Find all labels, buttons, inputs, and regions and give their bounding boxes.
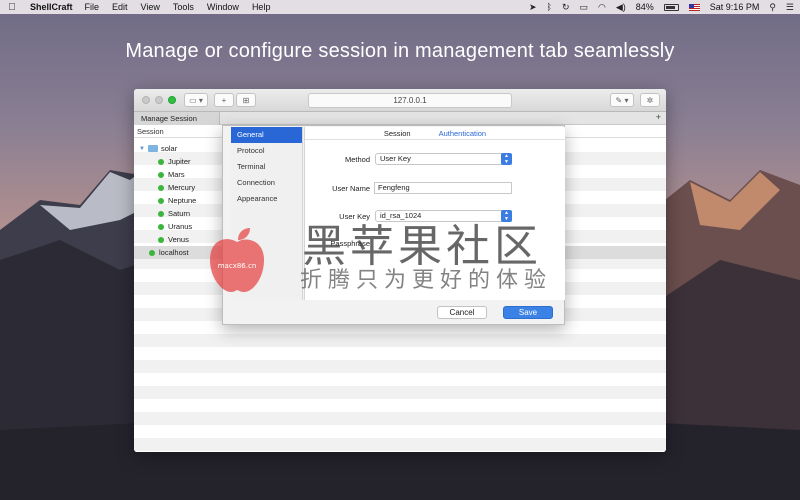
plus-icon: + — [221, 95, 227, 105]
battery-percent[interactable]: 84% — [636, 2, 654, 12]
spotlight-search-icon[interactable]: ⚲ — [769, 2, 776, 13]
method-value: User Key — [380, 154, 411, 163]
wifi-icon[interactable]: ◠ — [598, 2, 606, 13]
folder-icon — [147, 145, 158, 152]
tree-item-label: Mars — [168, 170, 185, 179]
menu-help[interactable]: Help — [252, 2, 271, 12]
menu-bar:  ShellCraft File Edit View Tools Window… — [0, 0, 800, 14]
online-status-icon — [158, 197, 164, 204]
tab-manage-session[interactable]: Manage Session — [134, 111, 220, 125]
zoom-window-button[interactable] — [168, 96, 176, 104]
tree-folder-label: solar — [160, 144, 178, 153]
tree-item-neptune[interactable]: Neptune — [158, 194, 196, 207]
tab-authentication[interactable]: Authentication — [439, 127, 487, 139]
username-field[interactable]: Fengfeng — [374, 182, 512, 194]
promo-headline: Manage or configure session in managemen… — [125, 40, 675, 62]
online-status-icon — [158, 236, 164, 243]
tree-item-jupiter[interactable]: Jupiter — [158, 155, 191, 168]
sessions-grid-button[interactable]: ⊞ — [236, 93, 256, 107]
tree-item-label: Uranus — [168, 222, 193, 231]
disclosure-triangle-icon[interactable]: ▼ — [139, 146, 145, 152]
apple-icon[interactable]:  — [6, 2, 18, 13]
tree-item-label: Venus — [168, 235, 189, 244]
minimize-window-button[interactable] — [155, 96, 163, 104]
tree-item-mars[interactable]: Mars — [158, 168, 185, 181]
settings-button[interactable]: ✲ — [640, 93, 660, 107]
tree-item-saturn[interactable]: Saturn — [158, 207, 190, 220]
sidebar-item-connection[interactable]: Connection — [231, 175, 302, 191]
menu-view[interactable]: View — [141, 2, 160, 12]
online-status-icon — [158, 184, 164, 191]
tree-item-label: Jupiter — [168, 157, 191, 166]
menu-edit[interactable]: Edit — [112, 2, 128, 12]
bluetooth-icon[interactable]: ᛒ — [547, 2, 552, 12]
online-status-icon — [158, 158, 164, 165]
watermark-logo-text: macx86.cn — [218, 262, 257, 270]
bookmarks-button[interactable]: ▭ ▾ — [184, 93, 208, 107]
new-session-button[interactable]: + — [214, 93, 234, 107]
cancel-button[interactable]: Cancel — [437, 306, 487, 319]
menu-clock[interactable]: Sat 9:16 PM — [710, 2, 760, 12]
sync-icon[interactable]: ↻ — [562, 2, 570, 13]
method-label: Method — [344, 155, 370, 164]
save-button[interactable]: Save — [503, 306, 553, 319]
online-status-icon — [149, 249, 155, 256]
gear-icon: ✲ — [646, 95, 654, 105]
menu-tools[interactable]: Tools — [173, 2, 194, 12]
tools-menu-button[interactable]: ✎ ▾ — [610, 93, 634, 107]
username-label: User Name — [332, 184, 370, 193]
battery-icon[interactable] — [663, 3, 679, 11]
wrench-icon: ✎ ▾ — [615, 95, 629, 105]
window-controls — [142, 96, 176, 104]
book-icon: ▭ ▾ — [189, 95, 203, 105]
menu-app-name[interactable]: ShellCraft — [30, 2, 73, 12]
notification-center-icon[interactable]: ☰ — [786, 2, 794, 13]
location-arrow-icon[interactable]: ➤ — [529, 2, 537, 13]
tree-item-label: Mercury — [168, 183, 196, 192]
menu-file[interactable]: File — [85, 2, 100, 12]
sidebar-item-general[interactable]: General — [231, 127, 302, 143]
sidebar-item-protocol[interactable]: Protocol — [231, 143, 302, 159]
sidebar-item-appearance[interactable]: Appearance — [231, 191, 302, 207]
tree-item-localhost[interactable]: localhost — [149, 246, 189, 259]
airplay-icon[interactable]: ▭ — [579, 2, 588, 13]
select-stepper-icon: ▲ ▼ — [501, 153, 512, 165]
close-window-button[interactable] — [142, 96, 150, 104]
add-tab-button[interactable]: + — [656, 112, 661, 122]
tree-item-venus[interactable]: Venus — [158, 233, 189, 246]
window-titlebar: ▭ ▾ + ⊞ 127.0.0.1 ✎ ▾ ✲ — [134, 89, 666, 112]
tree-item-uranus[interactable]: Uranus — [158, 220, 192, 233]
method-select[interactable]: User Key ▲ ▼ — [375, 153, 512, 165]
online-status-icon — [158, 171, 164, 178]
tree-item-label: localhost — [159, 248, 189, 257]
volume-icon[interactable]: ◀) — [616, 2, 626, 13]
tab-session[interactable]: Session — [384, 127, 411, 139]
grid-icon: ⊞ — [242, 95, 250, 105]
address-bar[interactable]: 127.0.0.1 — [308, 93, 512, 108]
menu-extras: ➤ ᛒ ↻ ▭ ◠ ◀) 84% Sat 9:16 PM ⚲ ☰ — [529, 2, 794, 13]
input-source-flag-icon[interactable] — [688, 3, 700, 11]
online-status-icon — [158, 223, 164, 230]
tree-item-mercury[interactable]: Mercury — [158, 181, 195, 194]
tree-folder-solar[interactable]: ▼ solar — [139, 142, 177, 155]
tree-item-label: Neptune — [168, 196, 197, 205]
tree-item-label: Saturn — [168, 209, 191, 218]
online-status-icon — [158, 210, 164, 217]
tab-bar: Manage Session + — [134, 111, 666, 125]
settings-tabs: Session Authentication — [305, 127, 565, 140]
watermark-apple-logo: macx86.cn — [210, 228, 264, 292]
menu-window[interactable]: Window — [207, 2, 239, 12]
watermark-subtitle: 折腾只为更好的体验 — [300, 268, 553, 293]
sidebar-item-terminal[interactable]: Terminal — [231, 159, 302, 175]
